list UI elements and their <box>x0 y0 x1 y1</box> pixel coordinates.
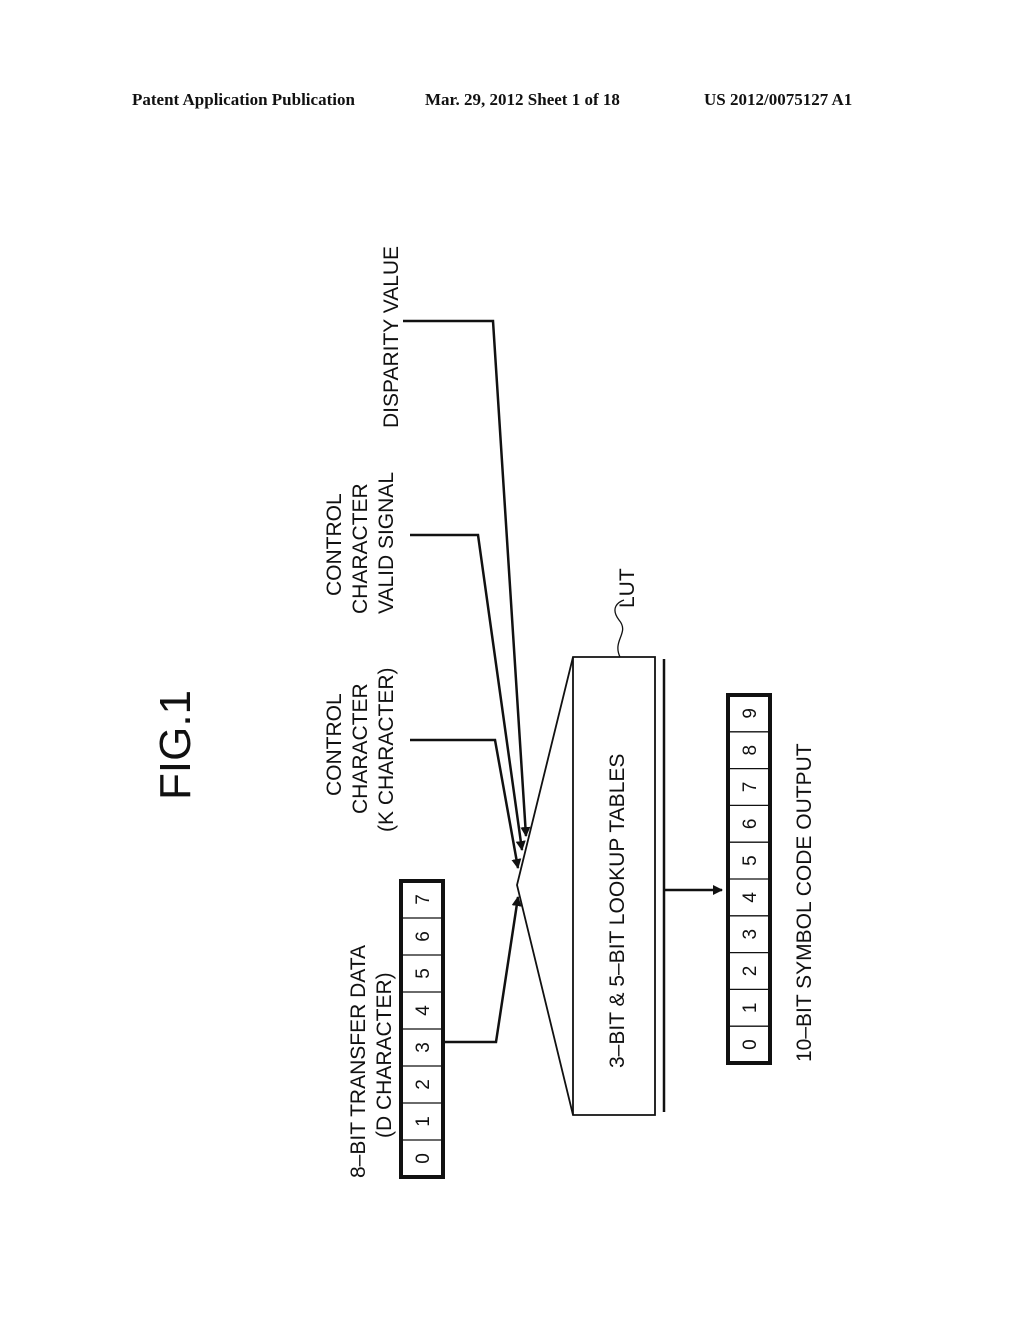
input-bit-cell: 7 <box>401 894 443 919</box>
input-bit-label: 1 <box>413 1116 434 1127</box>
figure-diagram: FIG.1 8–BIT TRANSFER DATA (D CHARACTER) … <box>151 246 816 1179</box>
output-bit-cell: 4 <box>728 892 770 917</box>
output-bit-cell: 2 <box>728 966 770 991</box>
figure-title: FIG.1 <box>151 690 200 800</box>
input-bit-cell: 6 <box>401 931 443 956</box>
output-bit-label: 7 <box>740 782 761 793</box>
lut-ref-label: LUT <box>616 568 639 608</box>
output-bit-cell: 7 <box>728 782 770 807</box>
input-bit-cell: 1 <box>401 1116 443 1141</box>
k-char-line2: CHARACTER <box>349 683 372 814</box>
input-bit-cell: 2 <box>401 1079 443 1104</box>
output-bit-label: 6 <box>740 819 761 830</box>
output-bit-label: 4 <box>740 892 761 903</box>
input-bit-label: 2 <box>413 1079 434 1090</box>
input-bit-label: 7 <box>413 894 434 905</box>
output-bit-cell: 5 <box>728 855 770 880</box>
input-label-line1: 8–BIT TRANSFER DATA <box>347 945 370 1178</box>
valid-line1: CONTROL <box>323 493 346 596</box>
input-arrow <box>443 896 522 1044</box>
k-char-line3: (K CHARACTER) <box>375 667 398 832</box>
disparity-arrow <box>403 319 531 837</box>
input-bit-cell: 3 <box>401 1042 443 1067</box>
output-label: 10–BIT SYMBOL CODE OUTPUT <box>793 743 816 1062</box>
input-bit-label: 5 <box>413 968 434 979</box>
k-char-line1: CONTROL <box>323 693 346 796</box>
lut-block: 3–BIT & 5–BIT LOOKUP TABLES LUT <box>516 568 666 1116</box>
output-bit-cell: 8 <box>728 745 770 770</box>
input-bit-cell: 5 <box>401 968 443 993</box>
output-bit-cell: 6 <box>728 819 770 843</box>
output-bit-label: 5 <box>740 855 761 866</box>
lut-trapezoid <box>516 656 656 1116</box>
input-register: 0 1 2 3 4 5 6 7 <box>399 879 445 1179</box>
input-bit-cell: 0 <box>413 1153 434 1164</box>
output-register: 0 1 2 3 4 5 6 7 8 9 <box>726 693 772 1065</box>
output-bit-label: 8 <box>740 745 761 756</box>
input-bit-cell: 4 <box>401 1005 443 1030</box>
output-bit-cell: 1 <box>728 1003 770 1027</box>
disparity-label: DISPARITY VALUE <box>380 246 403 428</box>
input-bit-label: 0 <box>413 1153 434 1164</box>
valid-line2: CHARACTER <box>349 483 372 614</box>
output-bit-label: 0 <box>740 1039 761 1050</box>
valid-line3: VALID SIGNAL <box>375 472 398 614</box>
output-bit-cell: 0 <box>740 1039 761 1050</box>
input-bit-label: 6 <box>413 931 434 942</box>
input-label-line2: (D CHARACTER) <box>373 972 396 1138</box>
k-char-arrow <box>410 738 522 869</box>
output-bit-label: 2 <box>740 966 761 977</box>
input-bit-label: 3 <box>413 1042 434 1053</box>
output-bit-label: 9 <box>740 708 761 719</box>
output-bit-cell: 3 <box>728 929 770 954</box>
output-bit-label: 1 <box>740 1003 761 1014</box>
output-bit-label: 3 <box>740 929 761 940</box>
output-bit-cell: 9 <box>728 708 770 733</box>
lut-box-text: 3–BIT & 5–BIT LOOKUP TABLES <box>606 754 629 1068</box>
input-bit-label: 4 <box>413 1005 434 1016</box>
